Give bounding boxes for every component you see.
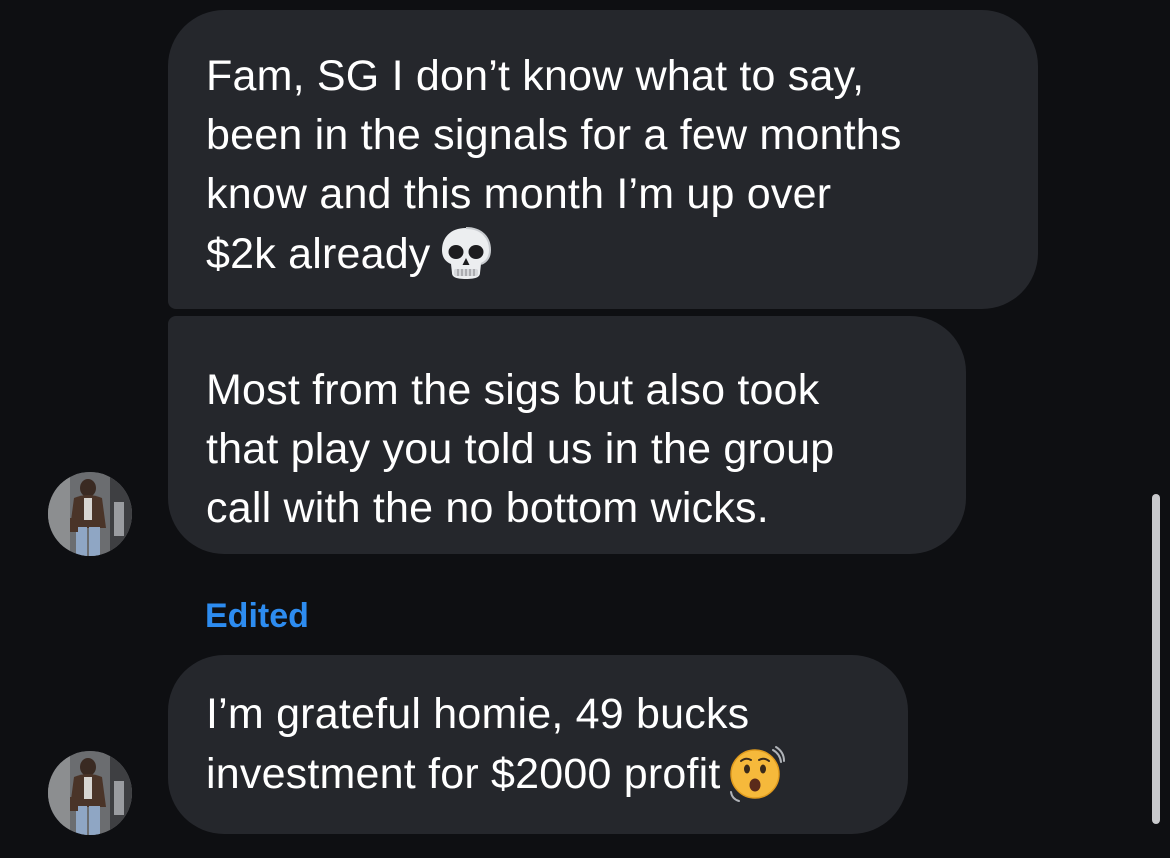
- astonished-face-icon: [727, 744, 785, 818]
- avatar-photo-icon: [48, 472, 132, 556]
- message-2-line-2: that play you told us in the group: [206, 425, 835, 473]
- message-3-line-2: investment for $2000 profit: [206, 744, 870, 818]
- message-3-line-2-text: investment for $2000 profit: [206, 750, 721, 798]
- message-2-line-3: call with the no bottom wicks.: [206, 484, 769, 532]
- message-1-line-2: been in the signals for a few months: [206, 111, 902, 159]
- edited-label: Edited: [205, 597, 309, 635]
- message-bubble-2[interactable]: Most from the sigs but also took that pl…: [168, 316, 966, 554]
- scrollbar-thumb[interactable]: [1152, 494, 1160, 824]
- message-1-line-4-text: $2k already: [206, 230, 431, 278]
- message-3-line-1: I’m grateful homie, 49 bucks: [206, 690, 750, 738]
- message-2-line-1: Most from the sigs but also took: [206, 366, 820, 414]
- message-1-line-4: $2k already: [206, 224, 1000, 298]
- sender-avatar[interactable]: [48, 751, 132, 835]
- sender-avatar[interactable]: [48, 472, 132, 556]
- avatar-photo-icon: [48, 751, 132, 835]
- message-bubble-3[interactable]: I’m grateful homie, 49 bucks investment …: [168, 655, 908, 834]
- message-1-line-3: know and this month I’m up over: [206, 170, 832, 218]
- message-bubble-1[interactable]: Fam, SG I don’t know what to say, been i…: [168, 10, 1038, 309]
- skull-emoji-icon: [437, 224, 495, 298]
- message-1-line-1: Fam, SG I don’t know what to say,: [206, 52, 865, 100]
